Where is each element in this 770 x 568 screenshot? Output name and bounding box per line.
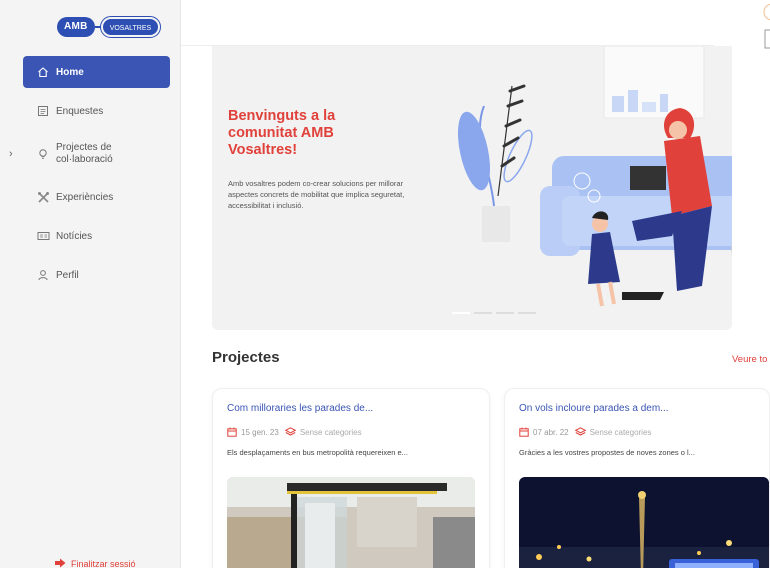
- survey-icon: [36, 104, 50, 118]
- projects-title: Projectes: [212, 349, 280, 366]
- logo[interactable]: AMB VOSALTRES: [57, 15, 162, 39]
- sidebar-item-label: Home: [56, 66, 84, 78]
- app: AMB VOSALTRES Home Enquestes Projectes d…: [0, 0, 770, 568]
- sidebar-item-projectes[interactable]: Projectes de col·laboració: [23, 134, 170, 174]
- sidebar-item-label: Projectes de col·laboració: [56, 142, 113, 165]
- project-card-description: Gràcies a les vostres propostes de noves…: [519, 448, 695, 457]
- home-icon: [36, 65, 50, 79]
- sidebar-item-experiencies[interactable]: Experiències: [23, 181, 170, 213]
- sidebar: AMB VOSALTRES Home Enquestes Projectes d…: [0, 0, 181, 568]
- project-card[interactable]: Com milloraries les parades de... 15 gen…: [212, 388, 490, 568]
- sidebar-item-perfil[interactable]: Perfil: [23, 259, 170, 291]
- project-card-description: Els desplaçaments en bus metropolità req…: [227, 448, 408, 457]
- user-icon: [36, 268, 50, 282]
- project-card-meta: 15 gen. 23 Sense categories: [227, 427, 362, 437]
- project-card-date: 15 gen. 23: [241, 427, 279, 437]
- carousel-dot[interactable]: [496, 312, 514, 314]
- logout-label: Finalitzar sessió: [71, 559, 136, 568]
- lightbulb-icon: [36, 147, 50, 161]
- logo-amb: AMB: [57, 17, 95, 37]
- layers-icon: [284, 427, 296, 437]
- sidebar-item-noticies[interactable]: Notícies: [23, 220, 170, 252]
- hero-banner: Benvinguts a la comunitat AMB Vosaltres!…: [212, 46, 732, 330]
- carousel-dots[interactable]: [452, 312, 536, 314]
- hero-illustration: [432, 46, 732, 330]
- carousel-dot[interactable]: [474, 312, 492, 314]
- sidebar-item-enquestes[interactable]: Enquestes: [23, 95, 170, 127]
- sidebar-item-home[interactable]: Home: [23, 56, 170, 88]
- project-card-image: [227, 477, 475, 568]
- project-card-image: [519, 477, 769, 568]
- calendar-icon: [519, 427, 529, 437]
- collapse-sidebar-icon[interactable]: ›: [9, 148, 13, 160]
- sidebar-item-label: Enquestes: [56, 105, 104, 117]
- logout-icon: [55, 558, 66, 568]
- sidebar-item-label: Experiències: [56, 191, 114, 203]
- hero-title: Benvinguts a la comunitat AMB Vosaltres!: [228, 108, 336, 158]
- sidebar-item-label: Perfil: [56, 269, 79, 281]
- project-card-meta: 07 abr. 22 Sense categories: [519, 427, 651, 437]
- project-card-category: Sense categories: [299, 427, 362, 437]
- project-card-title[interactable]: On vols incloure parades a dem...: [519, 403, 669, 414]
- sidebar-item-label: Notícies: [56, 230, 93, 242]
- project-card-title[interactable]: Com milloraries les parades de...: [227, 403, 373, 414]
- hero-text: Amb vosaltres podem co-crear solucions p…: [228, 179, 405, 210]
- carousel-dot[interactable]: [518, 312, 536, 314]
- logout-link[interactable]: Finalitzar sessió: [55, 558, 136, 568]
- news-icon: [36, 229, 50, 243]
- see-all-link[interactable]: Veure to: [732, 354, 767, 365]
- top-bar: [181, 0, 770, 46]
- carousel-dot[interactable]: [452, 312, 470, 314]
- logo-vosaltres: VOSALTRES: [99, 16, 162, 38]
- project-card-date: 07 abr. 22: [533, 427, 569, 437]
- sidebar-nav: Home Enquestes Projectes de col·laboraci…: [23, 56, 170, 298]
- project-card[interactable]: On vols incloure parades a dem... 07 abr…: [504, 388, 770, 568]
- layers-icon: [574, 427, 586, 437]
- calendar-icon: [227, 427, 237, 437]
- project-card-category: Sense categories: [589, 427, 652, 437]
- tools-icon: [36, 190, 50, 204]
